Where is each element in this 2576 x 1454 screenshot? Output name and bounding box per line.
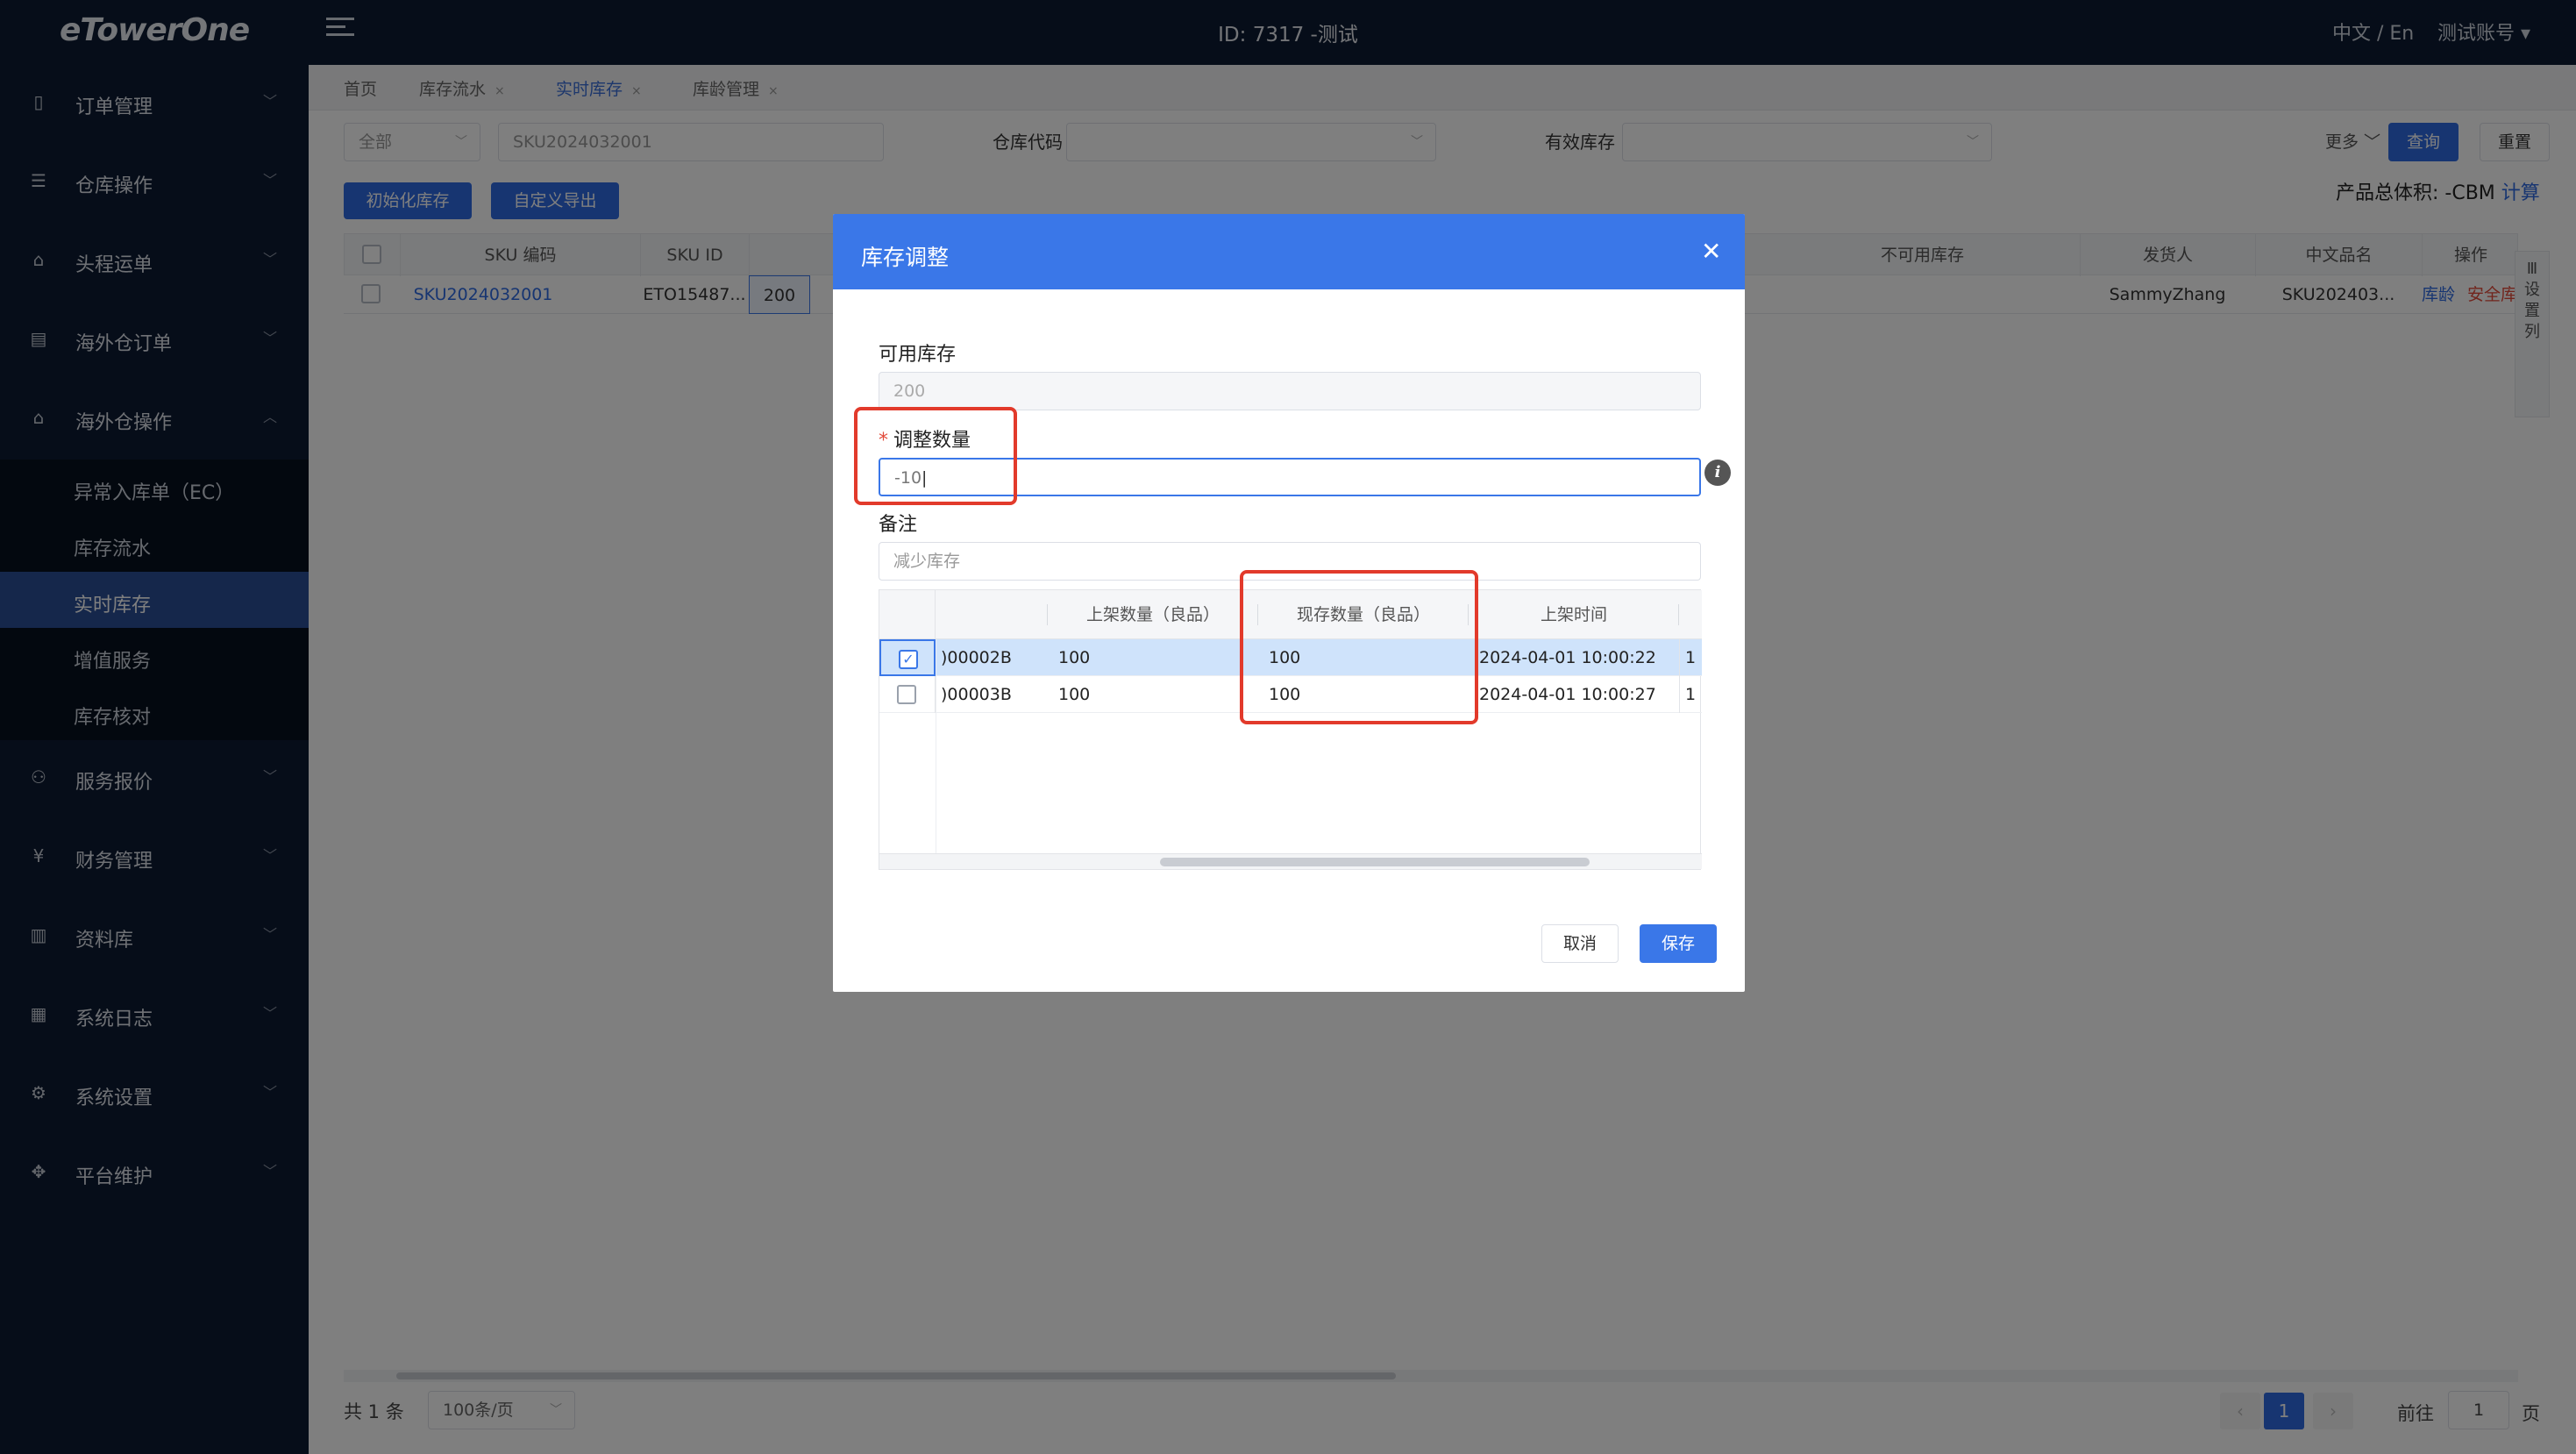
batch-row-select[interactable] <box>879 676 936 713</box>
adjust-quantity-value: -10 <box>894 468 922 488</box>
batch-table-scroll-thumb[interactable] <box>1160 858 1590 866</box>
overflow-cell: 1 <box>1679 676 1702 713</box>
adjust-quantity-label-text: 调整数量 <box>893 430 971 452</box>
batch-table-header: 上架数量（良品） 现存数量（良品） 上架时间 <box>879 590 1702 639</box>
current-qty-cell: 100 <box>1269 685 1301 704</box>
stock-adjust-dialog: 库存调整 ✕ 可用库存 200 * 调整数量 -10| i 备注 减少库存 上架数… <box>833 214 1745 992</box>
dialog-header: 库存调整 ✕ <box>833 214 1745 289</box>
available-stock-field: 200 <box>879 372 1701 410</box>
shelved-qty-cell: 100 <box>1058 685 1091 704</box>
batch-row[interactable]: )00003B 100 100 2024-04-01 10:00:27 1 <box>879 676 1702 713</box>
cancel-button[interactable]: 取消 <box>1541 924 1619 963</box>
batch-header-select <box>879 590 936 639</box>
available-stock-label: 可用库存 <box>879 344 957 366</box>
batch-table: 上架数量（良品） 现存数量（良品） 上架时间 ✓ )00002B 100 100… <box>879 589 1702 870</box>
remark-label: 备注 <box>879 514 918 536</box>
current-qty-cell: 100 <box>1269 648 1301 667</box>
save-button[interactable]: 保存 <box>1640 924 1717 963</box>
row-checkbox[interactable] <box>897 685 916 704</box>
text-cursor: | <box>922 468 928 488</box>
adjust-quantity-label: * 调整数量 <box>879 424 971 453</box>
remark-input[interactable]: 减少库存 <box>879 542 1701 581</box>
col-shelved-qty[interactable]: 上架数量（良品） <box>1048 590 1258 639</box>
close-icon[interactable]: ✕ <box>1701 237 1721 266</box>
col-batch <box>936 590 1048 639</box>
adjust-quantity-input[interactable]: -10| <box>879 458 1701 496</box>
required-marker: * <box>879 430 888 452</box>
batch-table-scrollbar[interactable] <box>879 853 1702 869</box>
checked-checkbox-icon[interactable]: ✓ <box>899 650 918 669</box>
overflow-cell: 1 <box>1679 639 1702 676</box>
batch-no-cell: )00002B <box>941 648 1012 667</box>
shelved-qty-cell: 100 <box>1058 648 1091 667</box>
col-shelved-time[interactable]: 上架时间 <box>1469 590 1679 639</box>
dialog-title: 库存调整 <box>861 245 950 270</box>
batch-no-cell: )00003B <box>941 685 1012 704</box>
info-icon[interactable]: i <box>1704 460 1731 486</box>
shelved-time-cell: 2024-04-01 10:00:22 <box>1479 648 1656 667</box>
batch-row[interactable]: ✓ )00002B 100 100 2024-04-01 10:00:22 1 <box>879 639 1702 676</box>
col-current-qty[interactable]: 现存数量（良品） <box>1258 590 1469 639</box>
batch-row-select[interactable]: ✓ <box>879 639 936 676</box>
shelved-time-cell: 2024-04-01 10:00:27 <box>1479 685 1656 704</box>
